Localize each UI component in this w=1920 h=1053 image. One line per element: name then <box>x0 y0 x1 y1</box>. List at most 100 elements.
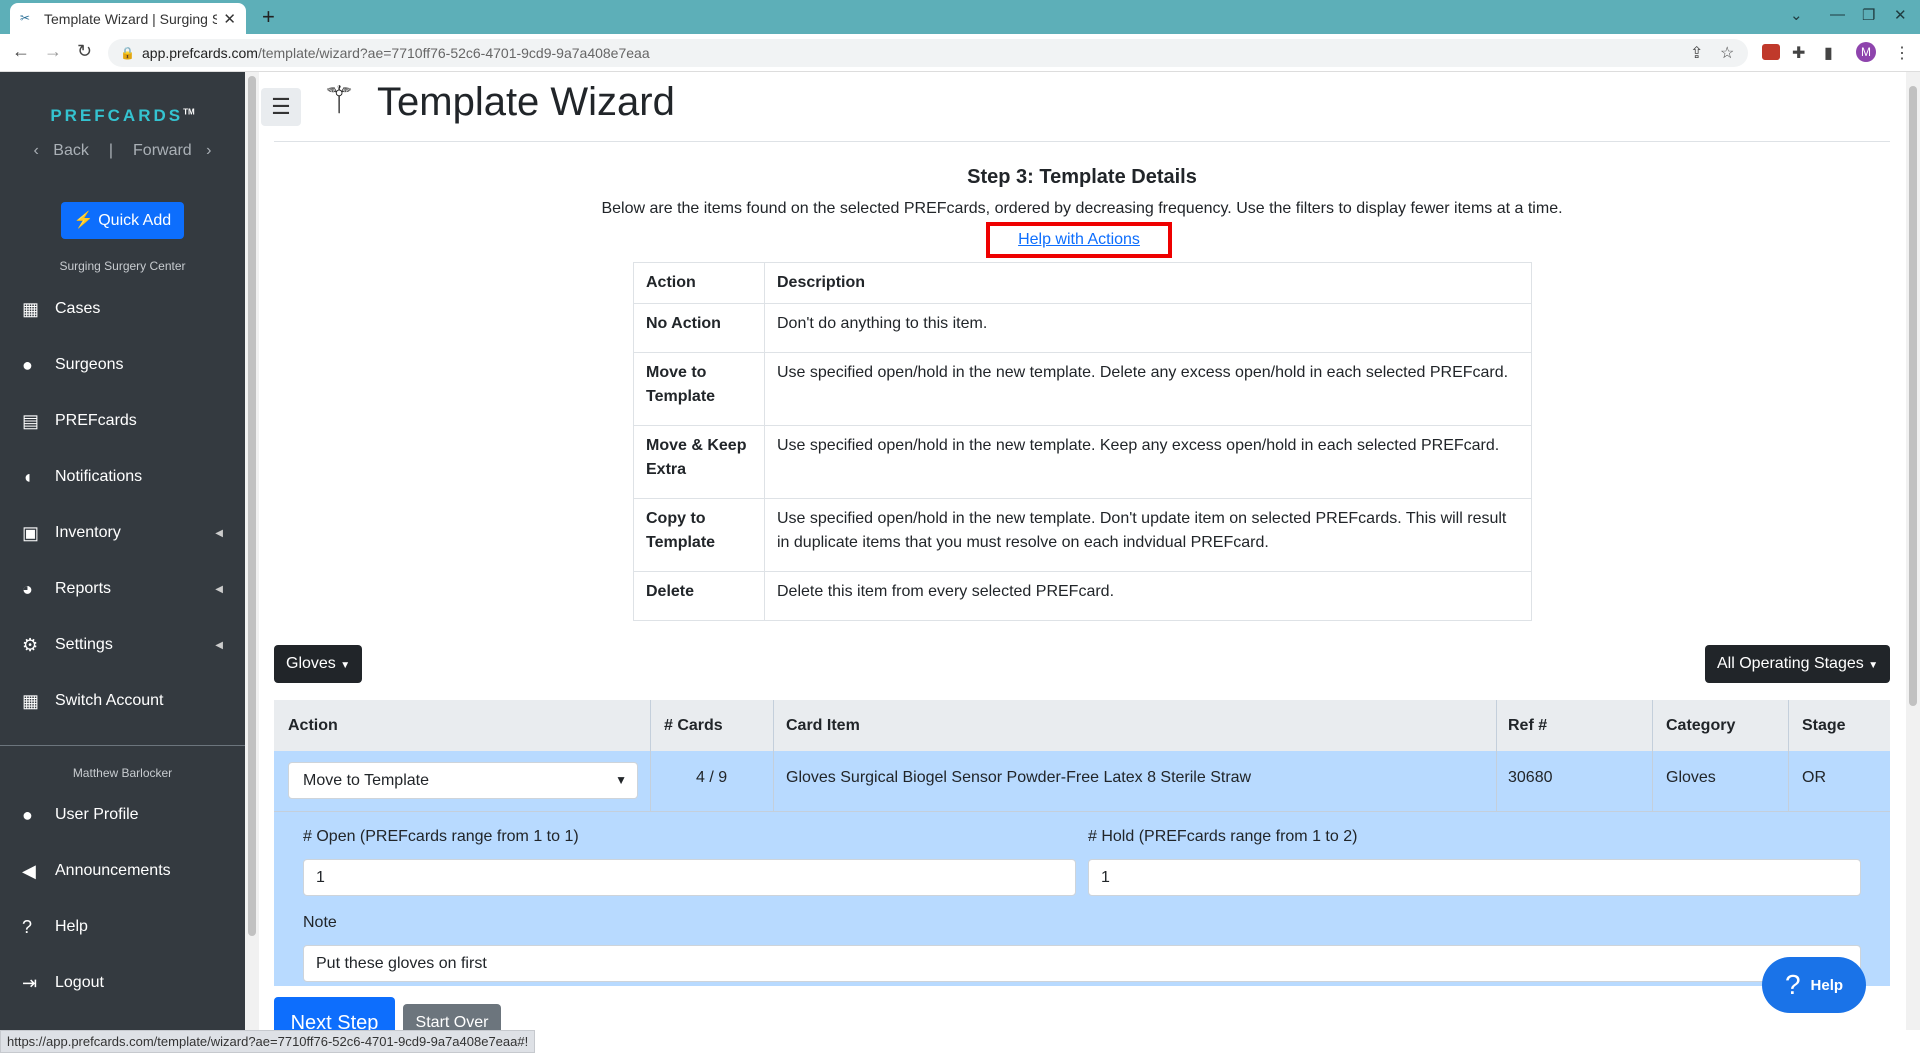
category-filter-dropdown[interactable]: Gloves ▼ <box>274 645 363 683</box>
brand-logo[interactable]: PREFCARDSTM <box>0 106 245 126</box>
stage-filter-label: All Operating Stages <box>1717 655 1864 672</box>
sidebar: PREFCARDSTM ‹ Back | Forward › ⚡ Quick Add… <box>0 72 245 1030</box>
card-item-name: Gloves Surgical Biogel Sensor Powder-Fre… <box>786 769 1252 786</box>
restore-icon[interactable]: ❐ <box>1862 6 1875 24</box>
sidebar-divider <box>0 745 245 746</box>
sidebar-scrollbar[interactable] <box>245 72 259 1030</box>
help-with-actions-link[interactable]: Help with Actions <box>986 222 1172 258</box>
pie-chart-icon: ◕ <box>22 578 33 599</box>
action-name: Move to Template <box>633 352 765 426</box>
sidebar-item-label: PREFcards <box>55 412 137 429</box>
column-header: Ref # <box>1508 717 1548 734</box>
reload-icon[interactable]: ↻ <box>77 41 92 62</box>
sidebar-item-settings[interactable]: ⚙ Settings ◀ <box>0 625 245 665</box>
forward-arrow-icon[interactable]: → <box>44 41 62 62</box>
open-input[interactable]: 1 <box>303 859 1076 896</box>
close-tab-icon[interactable]: ✕ <box>223 10 236 28</box>
extensions-puzzle-icon[interactable]: ✚ <box>1792 43 1805 63</box>
status-bar-url: https://app.prefcards.com/template/wizar… <box>0 1030 536 1053</box>
extension-icon[interactable] <box>1762 44 1780 60</box>
table-header-row: Action Description <box>633 262 1532 304</box>
share-icon[interactable]: ⇪ <box>1690 43 1703 63</box>
tab-title: Template Wizard | Surging Su <box>44 10 218 27</box>
facility-name: Surging Surgery Center <box>59 259 186 273</box>
caret-left-icon: ◀ <box>215 583 223 595</box>
caret-down-icon: ▼ <box>340 660 351 671</box>
items-table: Action # Cards Card Item Ref # Category … <box>274 700 1890 986</box>
bookmark-star-icon[interactable]: ☆ <box>1720 43 1734 63</box>
stage-filter-dropdown[interactable]: All Operating Stages ▼ <box>1705 645 1891 683</box>
cases-icon: ▦ <box>22 298 40 319</box>
back-link[interactable]: ‹ Back <box>34 142 99 159</box>
sidebar-item-user-profile[interactable]: ● User Profile <box>0 795 245 835</box>
action-description: Use specified open/hold in the new templ… <box>764 352 1532 426</box>
column-divider <box>1496 700 1497 812</box>
note-label: Note <box>303 914 337 931</box>
new-tab-icon[interactable]: + <box>262 4 275 30</box>
menu-toggle-button[interactable]: ☰ <box>261 88 301 126</box>
hold-label: # Hold (PREFcards range from 1 to 2) <box>1088 828 1358 845</box>
user-icon: ● <box>22 804 33 825</box>
minimize-icon[interactable]: — <box>1830 6 1845 23</box>
column-header: Card Item <box>786 717 860 734</box>
note-input[interactable]: Put these gloves on first <box>303 945 1861 982</box>
profile-avatar[interactable]: M <box>1856 42 1876 62</box>
action-description: Don't do anything to this item. <box>764 303 1532 353</box>
hold-input[interactable]: 1 <box>1088 859 1861 896</box>
back-label: Back <box>53 142 89 159</box>
action-name: No Action <box>633 303 765 353</box>
sidebar-item-switch-account[interactable]: ▦ Switch Account <box>0 681 245 721</box>
back-arrow-icon[interactable]: ← <box>12 41 30 62</box>
side-panel-icon[interactable]: ▮ <box>1824 43 1833 63</box>
action-select[interactable]: Move to Template ▼ <box>288 762 638 799</box>
main-scrollbar[interactable] <box>1906 72 1920 1030</box>
quick-add-button[interactable]: ⚡ Quick Add <box>61 202 184 239</box>
sidebar-scroll-thumb[interactable] <box>248 76 256 936</box>
main-scroll-thumb[interactable] <box>1909 86 1917 706</box>
sidebar-item-label: Announcements <box>55 862 171 879</box>
history-nav: ‹ Back | Forward › <box>33 142 212 159</box>
brand-text: PREFCARDS <box>50 106 184 125</box>
column-header: # Cards <box>664 717 723 734</box>
table-row: Move & Keep Extra Use specified open/hol… <box>633 425 1532 499</box>
forward-link[interactable]: Forward › <box>123 142 211 159</box>
sidebar-item-label: Cases <box>55 300 101 317</box>
page-title: Template Wizard <box>377 80 675 124</box>
bolt-icon: ⚡ <box>73 212 94 229</box>
browser-menu-icon[interactable]: ⋮ <box>1894 43 1910 63</box>
item-category: Gloves <box>1666 769 1716 786</box>
action-name: Move & Keep Extra <box>633 425 765 499</box>
action-name: Copy to Template <box>633 498 765 572</box>
step-description: Below are the items found on the selecte… <box>601 200 1563 217</box>
column-divider <box>1652 700 1653 812</box>
close-window-icon[interactable]: ✕ <box>1894 6 1907 24</box>
sidebar-item-inventory[interactable]: ▣ Inventory ◀ <box>0 513 245 553</box>
table-row: Delete Delete this item from every selec… <box>633 571 1532 621</box>
sidebar-item-reports[interactable]: ◕ Reports ◀ <box>0 569 245 609</box>
action-description: Use specified open/hold in the new templ… <box>764 425 1532 499</box>
url-host: app.prefcards.com <box>142 45 258 61</box>
tab-search-icon[interactable]: ⌄ <box>1790 6 1803 24</box>
sidebar-item-label: User Profile <box>55 806 139 823</box>
magic-wand-icon: ⚚ <box>322 80 357 122</box>
browser-toolbar: ← → ↻ 🔒 app.prefcards.com/template/wizar… <box>0 34 1920 72</box>
sidebar-item-cases[interactable]: ▦ Cases <box>0 289 245 329</box>
sidebar-item-label: Inventory <box>55 524 121 541</box>
browser-tab-bar: ✂ Template Wizard | Surging Su ✕ + ⌄ — ❐… <box>0 0 1920 34</box>
sidebar-item-logout[interactable]: ⇥ Logout <box>0 963 245 1003</box>
question-icon: ? <box>22 916 33 937</box>
quick-add-label: Quick Add <box>98 212 172 229</box>
sidebar-item-surgeons[interactable]: ● Surgeons <box>0 345 245 385</box>
step-title: Step 3: Template Details <box>967 166 1197 188</box>
sidebar-item-prefcards[interactable]: ▤ PREFcards <box>0 401 245 441</box>
sidebar-item-help[interactable]: ? Help <box>0 907 245 947</box>
lock-icon: 🔒 <box>120 46 135 60</box>
help-widget-button[interactable]: ? Help <box>1762 957 1866 1013</box>
browser-tab[interactable]: ✂ Template Wizard | Surging Su ✕ <box>10 3 246 34</box>
bullhorn-icon: ◀ <box>22 860 36 881</box>
user-name: Matthew Barlocker <box>72 766 173 780</box>
sidebar-item-announcements[interactable]: ◀ Announcements <box>0 851 245 891</box>
sidebar-item-notifications[interactable]: ◖ Notifications <box>0 457 245 497</box>
category-filter-label: Gloves <box>286 655 336 672</box>
address-bar[interactable]: 🔒 app.prefcards.com/template/wizard?ae=7… <box>108 39 1748 67</box>
